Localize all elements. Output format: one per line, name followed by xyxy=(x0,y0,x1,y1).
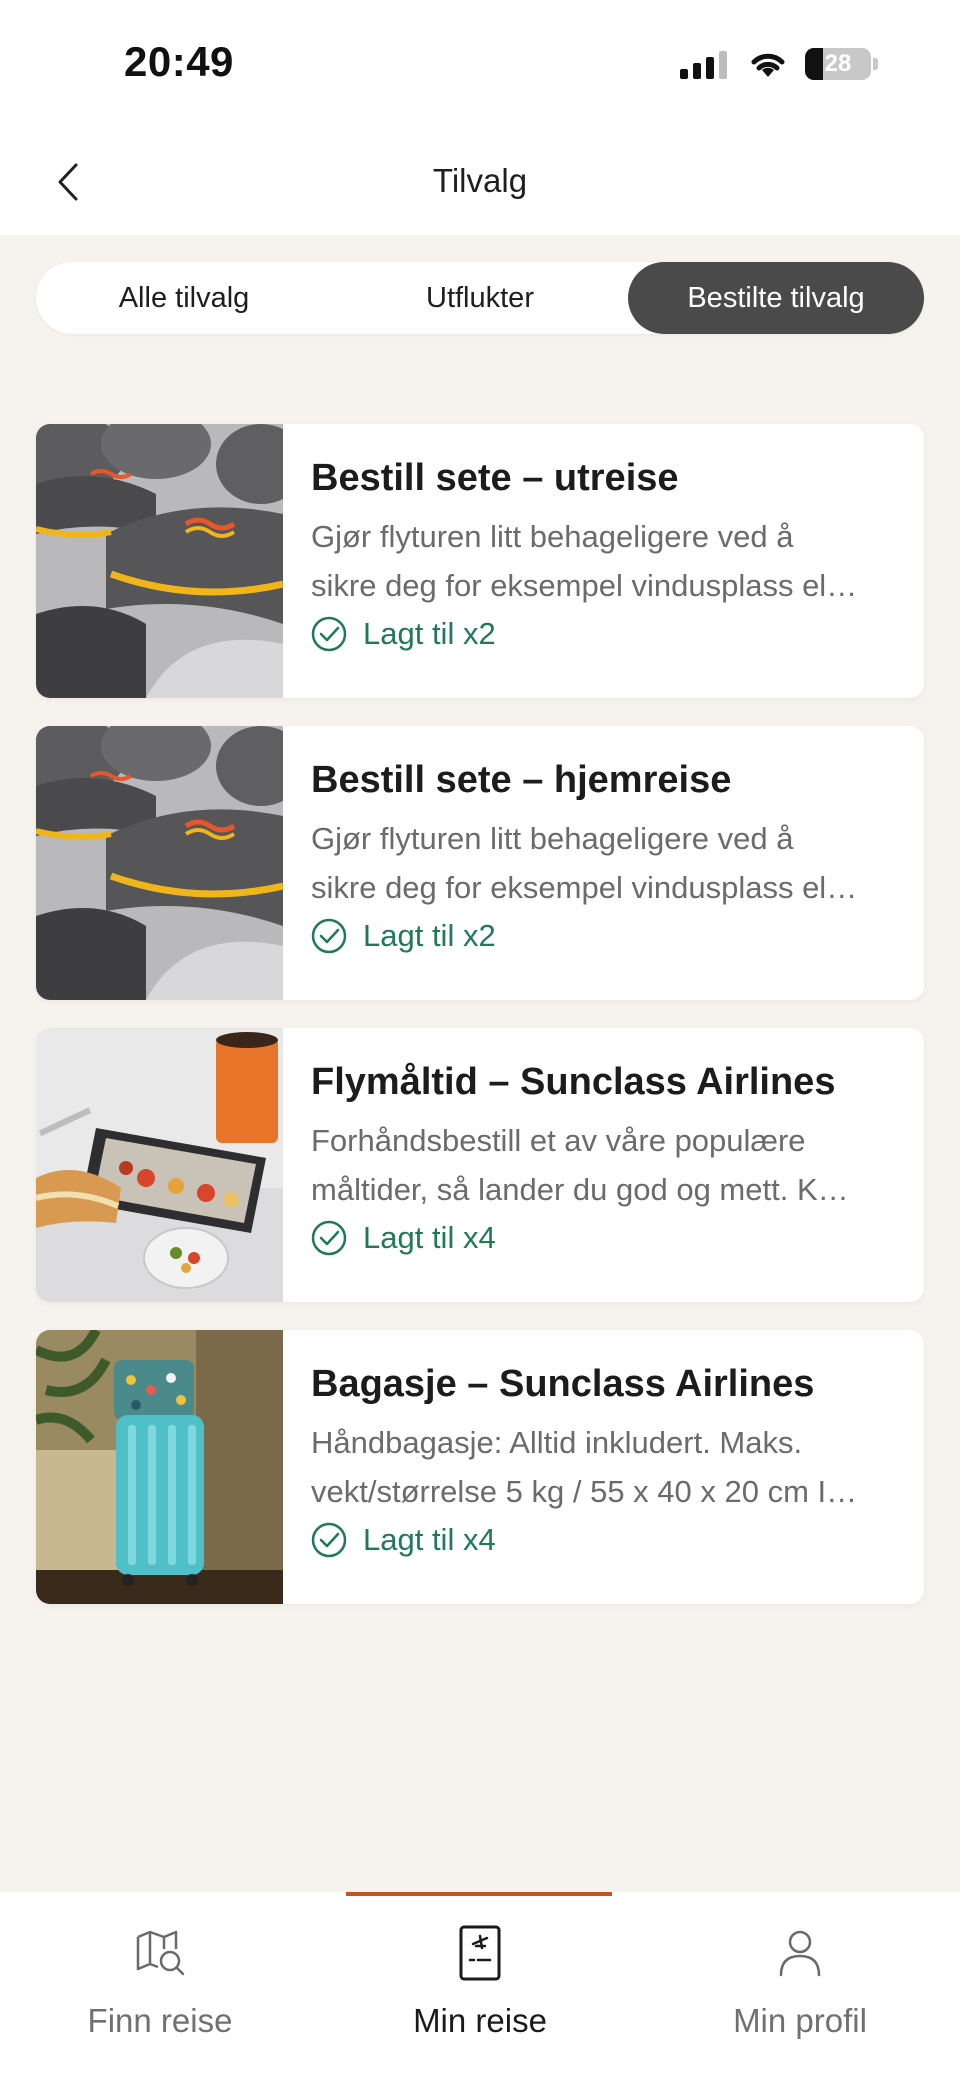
extra-card-seat-outbound[interactable]: Bestill sete – utreise Gjør flyturen lit… xyxy=(36,424,924,698)
meal-tray-image xyxy=(36,1028,283,1302)
card-title: Bagasje – Sunclass Airlines xyxy=(311,1363,815,1405)
cellular-signal-icon xyxy=(680,49,727,79)
card-title: Flymåltid – Sunclass Airlines xyxy=(311,1061,836,1103)
airplane-seats-image xyxy=(36,726,283,1000)
card-description: Gjør flyturen litt behageligere ved å si… xyxy=(311,814,896,912)
card-description: Forhåndsbestill et av våre populære målt… xyxy=(311,1116,896,1214)
segmented-tabs: Alle tilvalg Utflukter Bestilte tilvalg xyxy=(36,262,924,334)
bottom-navigation: Finn reise Min reise Min profil xyxy=(0,1892,960,2081)
card-description-line: Gjør flyturen litt behageligere ved å xyxy=(311,519,794,554)
added-count: Lagt til x2 xyxy=(363,616,496,651)
check-circle-icon xyxy=(311,1522,347,1558)
added-status: Lagt til x4 xyxy=(311,1220,896,1256)
card-description-line: vekt/størrelse 5 kg / 55 x 40 x 20 cm I… xyxy=(311,1474,858,1509)
battery-level: 28 xyxy=(824,50,852,77)
ordered-extras-list: Bestill sete – utreise Gjør flyturen lit… xyxy=(36,424,924,1632)
tab-bestilte-tilvalg[interactable]: Bestilte tilvalg xyxy=(628,262,924,334)
check-circle-icon xyxy=(311,1220,347,1256)
card-description: Håndbagasje: Alltid inkludert. Maks. vek… xyxy=(311,1418,896,1516)
added-count: Lagt til x4 xyxy=(363,1522,496,1557)
card-title: Bestill sete – hjemreise xyxy=(311,759,732,801)
nav-label: Min reise xyxy=(413,2002,547,2039)
nav-min-reise[interactable]: Min reise xyxy=(320,1892,640,2081)
suitcase-image xyxy=(36,1330,283,1604)
boarding-pass-icon xyxy=(459,1925,501,1981)
added-count: Lagt til x4 xyxy=(363,1220,496,1255)
map-search-icon xyxy=(136,1930,185,1976)
card-description-line: sikre deg for eksempel vindusplass el… xyxy=(311,870,858,905)
card-description-line: Gjør flyturen litt behageligere ved å xyxy=(311,821,794,856)
page-title: Tilvalg xyxy=(432,162,528,199)
status-icons: 28 xyxy=(680,46,878,82)
card-title: Bestill sete – utreise xyxy=(311,457,679,499)
check-circle-icon xyxy=(311,918,347,954)
extra-card-baggage[interactable]: Bagasje – Sunclass Airlines Håndbagasje:… xyxy=(36,1330,924,1604)
card-description: Gjør flyturen litt behageligere ved å si… xyxy=(311,512,896,610)
nav-min-profil[interactable]: Min profil xyxy=(640,1892,960,2081)
card-description-line: måltider, så lander du god og mett. K… xyxy=(311,1172,849,1207)
added-status: Lagt til x2 xyxy=(311,616,896,652)
active-tab-indicator xyxy=(346,1892,612,1896)
status-time: 20:49 xyxy=(124,38,234,85)
added-status: Lagt til x4 xyxy=(311,1522,896,1558)
check-circle-icon xyxy=(311,616,347,652)
extra-card-seat-return[interactable]: Bestill sete – hjemreise Gjør flyturen l… xyxy=(36,726,924,1000)
person-icon xyxy=(779,1930,821,1977)
nav-label: Finn reise xyxy=(87,2002,233,2039)
card-description-line: sikre deg for eksempel vindusplass el… xyxy=(311,568,858,603)
nav-label: Min profil xyxy=(733,2002,867,2039)
card-description-line: Forhåndsbestill et av våre populære xyxy=(311,1123,806,1158)
nav-finn-reise[interactable]: Finn reise xyxy=(0,1892,320,2081)
added-status: Lagt til x2 xyxy=(311,918,896,954)
header-area: 20:49 28 Tilvalg xyxy=(0,0,960,235)
extra-card-meal[interactable]: Flymåltid – Sunclass Airlines Forhåndsbe… xyxy=(36,1028,924,1302)
card-description-line: Håndbagasje: Alltid inkludert. Maks. xyxy=(311,1425,803,1460)
airplane-seats-image xyxy=(36,424,283,698)
tab-alle-tilvalg[interactable]: Alle tilvalg xyxy=(36,262,332,334)
tab-utflukter[interactable]: Utflukter xyxy=(332,262,628,334)
wifi-icon xyxy=(751,53,785,77)
battery-icon: 28 xyxy=(805,48,871,80)
added-count: Lagt til x2 xyxy=(363,918,496,953)
